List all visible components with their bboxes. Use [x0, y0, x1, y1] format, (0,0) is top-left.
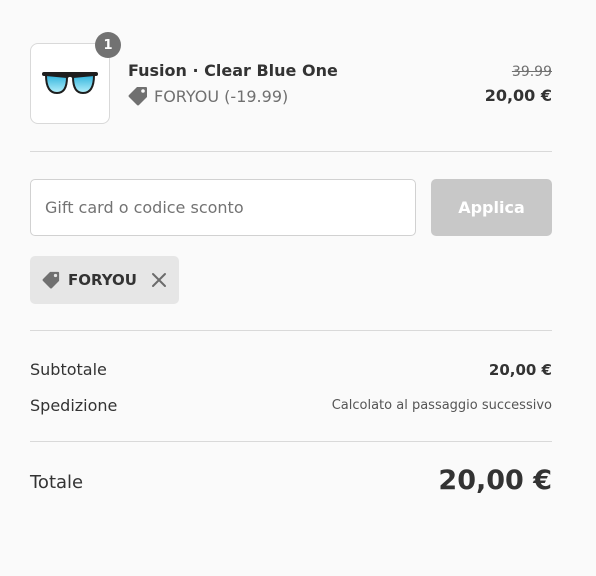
tag-icon: [42, 271, 60, 289]
subtotal-label: Subtotale: [30, 360, 107, 379]
divider: [30, 330, 552, 331]
shipping-label: Spedizione: [30, 396, 118, 415]
discount-code-input[interactable]: [30, 179, 416, 236]
tag-icon: [128, 87, 147, 106]
product-price: 20,00 €: [484, 86, 552, 105]
product-discount: FORYOU (-19.99): [128, 86, 288, 106]
divider: [30, 441, 552, 442]
sunglasses-icon: [42, 71, 98, 94]
product-thumbnail: [30, 43, 110, 124]
total-label: Totale: [30, 472, 84, 493]
product-name: Fusion · Clear Blue One: [128, 61, 338, 80]
remove-discount-icon[interactable]: [151, 271, 167, 289]
order-summary: 1 Fusion · Clear Blue One FORYOU (-19.99…: [30, 0, 552, 576]
product-discount-label: FORYOU (-19.99): [154, 86, 289, 106]
subtotal-value: 20,00 €: [488, 361, 552, 379]
applied-code-label: FORYOU: [68, 271, 137, 289]
quantity-badge: 1: [95, 32, 121, 58]
shipping-value: Calcolato al passaggio successivo: [331, 398, 552, 413]
apply-button[interactable]: Applica: [431, 179, 552, 236]
applied-discount-chip: FORYOU: [30, 256, 179, 304]
original-price: 39.99: [511, 64, 552, 80]
divider: [30, 151, 552, 152]
total-value: 20,00 €: [438, 465, 552, 496]
